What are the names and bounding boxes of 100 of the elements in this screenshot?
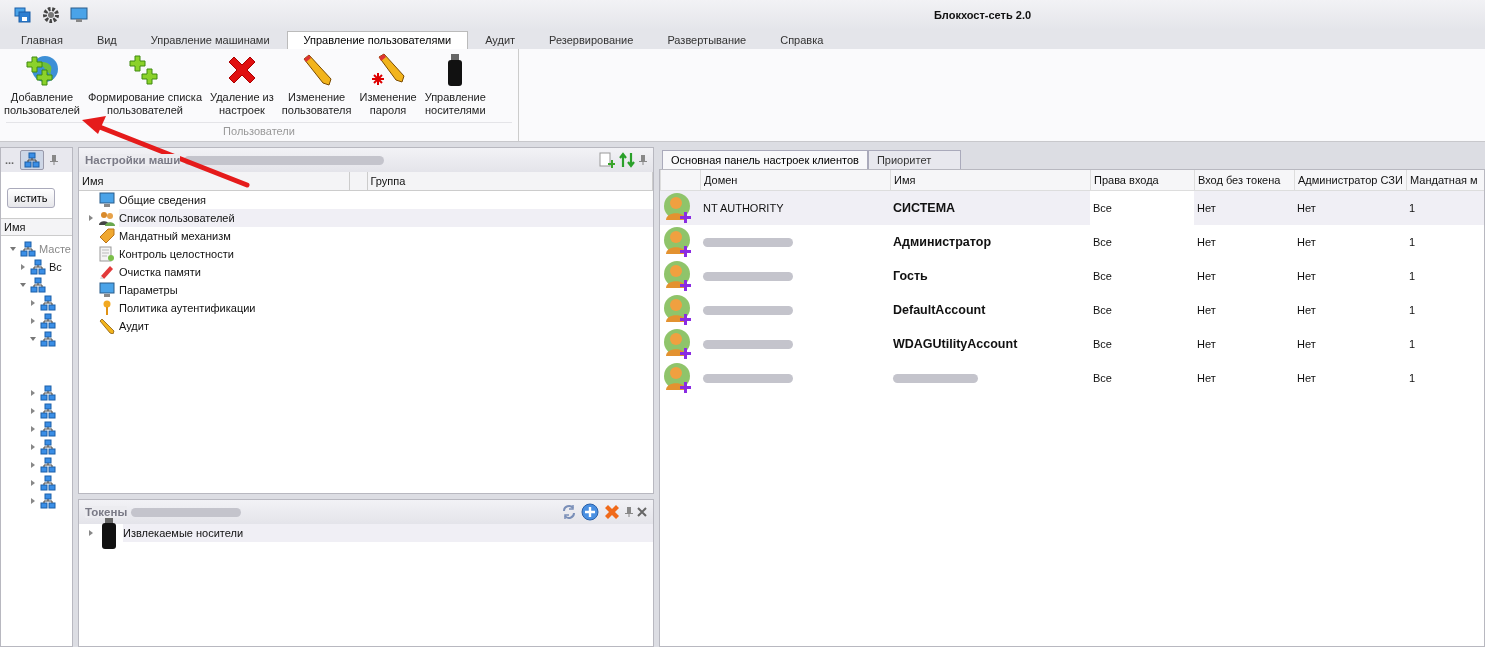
tree-item[interactable]: Вс: [49, 261, 62, 273]
pin-icon[interactable]: [50, 155, 59, 165]
table-cell: Нет: [1297, 372, 1316, 384]
usb-drive-icon: [99, 516, 119, 550]
settings-item[interactable]: Список пользователей: [119, 209, 653, 227]
network-icon: [40, 475, 56, 491]
ribbon-tab[interactable]: Резервирование: [532, 31, 651, 49]
user-plus-icon: [663, 260, 693, 292]
user-plus-icon: [663, 362, 693, 394]
ribbon-tab[interactable]: Управление машинами: [133, 31, 287, 49]
monitor-icon: [99, 282, 115, 298]
expand-arrow-icon[interactable]: [29, 425, 37, 433]
settings-item[interactable]: Мандатный механизм: [119, 227, 653, 245]
column-header[interactable]: Администратор СЗИ: [1294, 170, 1406, 190]
table-cell: Все: [1093, 236, 1112, 248]
monitor-icon[interactable]: [70, 7, 88, 23]
table-cell: DefaultAccount: [893, 303, 986, 317]
expand-arrow-icon[interactable]: [29, 389, 37, 397]
expand-arrow-icon[interactable]: [29, 407, 37, 415]
tree-item[interactable]: Извлекаемые носители: [123, 524, 653, 542]
network-icon: [24, 152, 41, 168]
panel-tab[interactable]: Основная панель настроек клиентов: [662, 150, 868, 169]
table-cell: Гость: [893, 269, 928, 283]
ribbon-button[interactable]: Добавление пользователей: [0, 53, 84, 122]
table-cell: Нет: [1197, 372, 1216, 384]
sort-icon[interactable]: [619, 152, 635, 168]
pencil-icon: [99, 318, 115, 334]
close-icon[interactable]: [637, 507, 647, 517]
ribbon-button[interactable]: Формирование списка пользователей: [83, 53, 206, 122]
table-cell: Нет: [1197, 236, 1216, 248]
monitor-icon: [99, 192, 115, 208]
collapse-arrow-icon[interactable]: [9, 245, 17, 253]
expand-arrow-icon[interactable]: [19, 263, 27, 271]
network-icon: [40, 385, 56, 401]
table-cell: Все: [1093, 202, 1112, 214]
collapse-arrow-icon[interactable]: [29, 335, 37, 343]
network-icon: [40, 421, 56, 437]
settings-item[interactable]: Контроль целостности: [119, 245, 653, 263]
ribbon-tab[interactable]: Справка: [763, 31, 841, 49]
clear-button[interactable]: истить: [7, 188, 55, 208]
tag-icon: [99, 228, 115, 244]
settings-item[interactable]: Политика аутентификации: [119, 299, 653, 317]
ribbon-button[interactable]: Управление носителями: [420, 53, 490, 122]
delete-icon[interactable]: [603, 503, 621, 521]
table-cell: 1: [1409, 270, 1416, 282]
table-cell: Нет: [1297, 304, 1316, 316]
add-document-icon[interactable]: [599, 152, 615, 168]
panel-title: Токены: [85, 506, 128, 518]
table-cell: Все: [1093, 372, 1112, 384]
column-header[interactable]: Имя: [890, 170, 1090, 190]
table-cell: Администратор: [893, 235, 992, 249]
pin-icon[interactable]: [639, 155, 647, 165]
column-header[interactable]: Группа: [367, 172, 653, 190]
save-windows-icon[interactable]: [14, 7, 32, 23]
table-cell: Все: [1093, 270, 1112, 282]
globe-plus-icon: [25, 53, 59, 87]
table-cell: WDAGUtilityAccount: [893, 337, 1018, 351]
pin-icon[interactable]: [625, 507, 633, 517]
expand-arrow-icon[interactable]: [29, 461, 37, 469]
ribbon-button[interactable]: Изменение пользователя: [277, 53, 356, 122]
column-header[interactable]: Имя: [1, 218, 72, 236]
expand-arrow-icon[interactable]: [87, 214, 95, 222]
column-header[interactable]: Мандатная м: [1406, 170, 1484, 190]
ribbon-button[interactable]: Удаление из настроек: [206, 53, 278, 122]
column-header[interactable]: Права входа: [1090, 170, 1194, 190]
expand-arrow-icon[interactable]: [29, 443, 37, 451]
column-header[interactable]: Имя: [79, 172, 350, 190]
table-cell: 1: [1409, 236, 1416, 248]
ribbon-tab[interactable]: Главная: [4, 31, 80, 49]
ribbon-tab[interactable]: Развертывание: [650, 31, 764, 49]
expand-arrow-icon[interactable]: [29, 317, 37, 325]
settings-item[interactable]: Общие сведения: [119, 191, 653, 209]
tree-item[interactable]: Масте: [39, 243, 71, 255]
add-icon[interactable]: [581, 503, 599, 521]
user-plus-icon: [663, 192, 693, 224]
column-header[interactable]: Домен: [700, 170, 890, 190]
refresh-icon[interactable]: [561, 504, 577, 520]
network-icon: [40, 313, 56, 329]
panel-tab[interactable]: Приоритет: [867, 150, 961, 169]
expand-arrow-icon[interactable]: [29, 479, 37, 487]
network-icon: [40, 403, 56, 419]
settings-item[interactable]: Аудит: [119, 317, 653, 335]
network-icon: [30, 277, 46, 293]
ribbon-tab[interactable]: Вид: [79, 31, 134, 49]
settings-item[interactable]: Параметры: [119, 281, 653, 299]
settings-item[interactable]: Очистка памяти: [119, 263, 653, 281]
network-icon: [20, 241, 36, 257]
network-button[interactable]: [20, 150, 45, 170]
settings-icon[interactable]: [42, 6, 60, 24]
panel-title: Настройки маши: [85, 154, 181, 166]
expand-arrow-icon[interactable]: [29, 299, 37, 307]
expand-arrow-icon[interactable]: [29, 497, 37, 505]
network-icon: [40, 295, 56, 311]
column-header[interactable]: Вход без токена: [1194, 170, 1294, 190]
ribbon-button[interactable]: Изменение пароля: [355, 53, 421, 122]
panel-title: ...: [5, 154, 15, 166]
ribbon-tab[interactable]: Управление пользователями: [286, 31, 469, 49]
ribbon-tab[interactable]: Аудит: [468, 31, 533, 49]
collapse-arrow-icon[interactable]: [19, 281, 27, 289]
expand-arrow-icon[interactable]: [87, 529, 95, 537]
